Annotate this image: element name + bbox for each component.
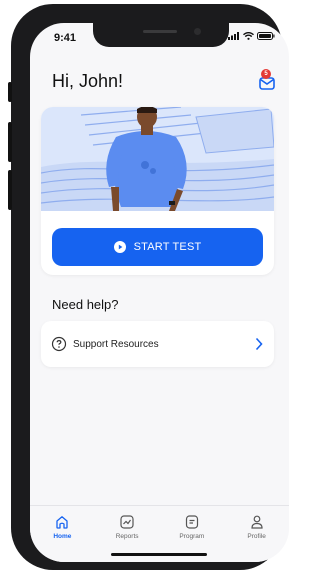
start-test-label: START TEST (133, 241, 202, 253)
speaker (143, 30, 177, 33)
reports-icon (120, 515, 134, 529)
start-test-button[interactable]: START TEST (52, 228, 263, 266)
need-help-heading: Need help? (52, 297, 119, 312)
nav-home[interactable]: Home (30, 506, 95, 562)
bottom-nav: Home Reports Program Profile (30, 505, 289, 562)
status-bar: 9:41 (30, 23, 289, 55)
notch (93, 23, 229, 47)
question-icon (51, 336, 67, 352)
support-resources-label: Support Resources (73, 338, 159, 350)
volume-up-button (8, 122, 12, 162)
status-time: 9:41 (54, 32, 77, 44)
mute-switch (8, 82, 12, 102)
status-icons (228, 32, 275, 40)
battery-icon (257, 32, 275, 40)
camera (194, 28, 201, 35)
home-icon (56, 516, 69, 529)
nav-reports-label: Reports (115, 533, 139, 540)
nav-profile[interactable]: Profile (224, 506, 289, 562)
wifi-icon (243, 32, 254, 40)
nav-program-label: Program (179, 533, 205, 540)
test-card: START TEST (41, 107, 274, 275)
program-icon (185, 515, 198, 529)
support-resources-item[interactable]: Support Resources (41, 321, 274, 367)
profile-icon (251, 515, 263, 529)
person-illustration (41, 107, 274, 211)
nav-profile-label: Profile (247, 533, 266, 540)
greeting-title: Hi, John! (52, 71, 124, 91)
nav-home-label: Home (53, 533, 72, 540)
home-indicator (111, 553, 207, 556)
phone-frame: 9:41 Hi, John! 5 START TEST Need help? S… (8, 4, 289, 570)
notification-badge: 5 (261, 69, 271, 79)
volume-down-button (8, 170, 12, 210)
chevron-right-icon (255, 337, 263, 351)
play-icon (113, 241, 126, 253)
app-screen: 9:41 Hi, John! 5 START TEST Need help? S… (30, 23, 289, 562)
signal-icon (228, 32, 239, 40)
